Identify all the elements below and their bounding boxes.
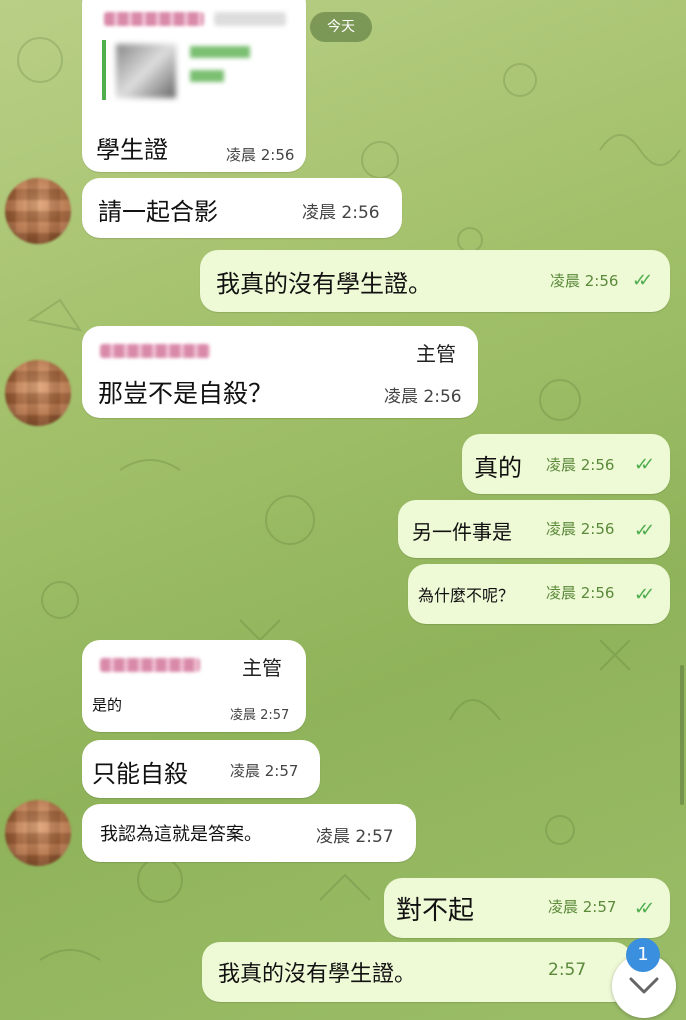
- message-time: 凌晨 2:57: [230, 708, 290, 723]
- message-bubble[interactable]: 我認為這就是答案。 凌晨 2:57: [82, 804, 416, 862]
- message-text: 只能自殺: [92, 760, 188, 788]
- message-bubble[interactable]: 為什麼不呢？ 凌晨 2:56 ✓✓: [408, 564, 670, 624]
- message-text: 那豈不是自殺？: [98, 379, 274, 408]
- unread-badge: 1: [626, 938, 660, 972]
- sender-role: 主管: [416, 342, 456, 366]
- message-time: 凌晨 2:56: [546, 456, 615, 474]
- message-time: 凌晨 2:56: [550, 272, 619, 290]
- sender-name-blurred: [100, 344, 210, 358]
- message-time: 2:57: [548, 960, 587, 980]
- chevron-down-icon: [629, 977, 659, 994]
- message-bubble[interactable]: 學生證 凌晨 2:56: [82, 0, 306, 172]
- message-time: 凌晨 2:56: [302, 203, 380, 223]
- blurred-text: [214, 12, 286, 26]
- message-text: 對不起: [396, 896, 475, 926]
- blurred-photo: [116, 44, 176, 98]
- message-time: 凌晨 2:57: [548, 898, 617, 916]
- message-text: 學生證: [96, 136, 168, 164]
- message-bubble[interactable]: 對不起 凌晨 2:57 ✓✓: [384, 878, 670, 938]
- message-bubble[interactable]: 我真的沒有學生證。 凌晨 2:56 ✓✓: [200, 250, 670, 312]
- message-bubble[interactable]: 請一起合影 凌晨 2:56: [82, 178, 402, 238]
- message-time: 凌晨 2:56: [226, 146, 295, 164]
- message-text: 另一件事是: [412, 520, 512, 544]
- message-bubble[interactable]: 主管 是的 凌晨 2:57: [82, 640, 306, 732]
- double-check-icon: ✓✓: [634, 454, 655, 475]
- double-check-icon: ✓✓: [634, 584, 655, 605]
- sender-name-blurred: [100, 658, 200, 672]
- message-text: 我認為這就是答案。: [100, 824, 262, 845]
- message-text: 是的: [92, 696, 123, 714]
- message-time: 凌晨 2:56: [546, 584, 615, 602]
- blurred-text: [190, 70, 224, 82]
- message-time: 凌晨 2:56: [384, 387, 462, 407]
- sender-role: 主管: [242, 656, 282, 680]
- double-check-icon: ✓✓: [632, 270, 653, 291]
- message-bubble[interactable]: 我真的沒有學生證。 2:57: [202, 942, 632, 1002]
- avatar[interactable]: [5, 800, 71, 866]
- sender-name-blurred: [104, 12, 204, 26]
- avatar[interactable]: [5, 360, 71, 426]
- avatar[interactable]: [5, 178, 71, 244]
- message-bubble[interactable]: 主管 那豈不是自殺？ 凌晨 2:56: [82, 326, 478, 418]
- date-divider: 今天: [310, 12, 372, 42]
- message-bubble[interactable]: 真的 凌晨 2:56 ✓✓: [462, 434, 670, 494]
- chat-area[interactable]: 今天 學生證 凌晨 2:56 請一起合影 凌晨 2:56 我真的沒有學生證。 凌…: [0, 0, 686, 1020]
- message-text: 為什麼不呢？: [418, 586, 515, 605]
- message-time: 凌晨 2:56: [546, 520, 615, 538]
- scrollbar[interactable]: [680, 665, 684, 805]
- reply-preview[interactable]: [102, 40, 278, 100]
- message-bubble[interactable]: 只能自殺 凌晨 2:57: [82, 740, 320, 798]
- message-text: 我真的沒有學生證。: [216, 270, 432, 298]
- double-check-icon: ✓✓: [634, 520, 655, 541]
- message-time: 凌晨 2:57: [230, 762, 299, 780]
- message-time: 凌晨 2:57: [316, 827, 394, 847]
- message-text: 真的: [474, 454, 522, 482]
- message-bubble[interactable]: 另一件事是 凌晨 2:56 ✓✓: [398, 500, 670, 558]
- blurred-text: [190, 46, 250, 58]
- message-text: 我真的沒有學生證。: [218, 962, 417, 987]
- double-check-icon: ✓✓: [634, 898, 655, 919]
- message-text: 請一起合影: [98, 198, 218, 226]
